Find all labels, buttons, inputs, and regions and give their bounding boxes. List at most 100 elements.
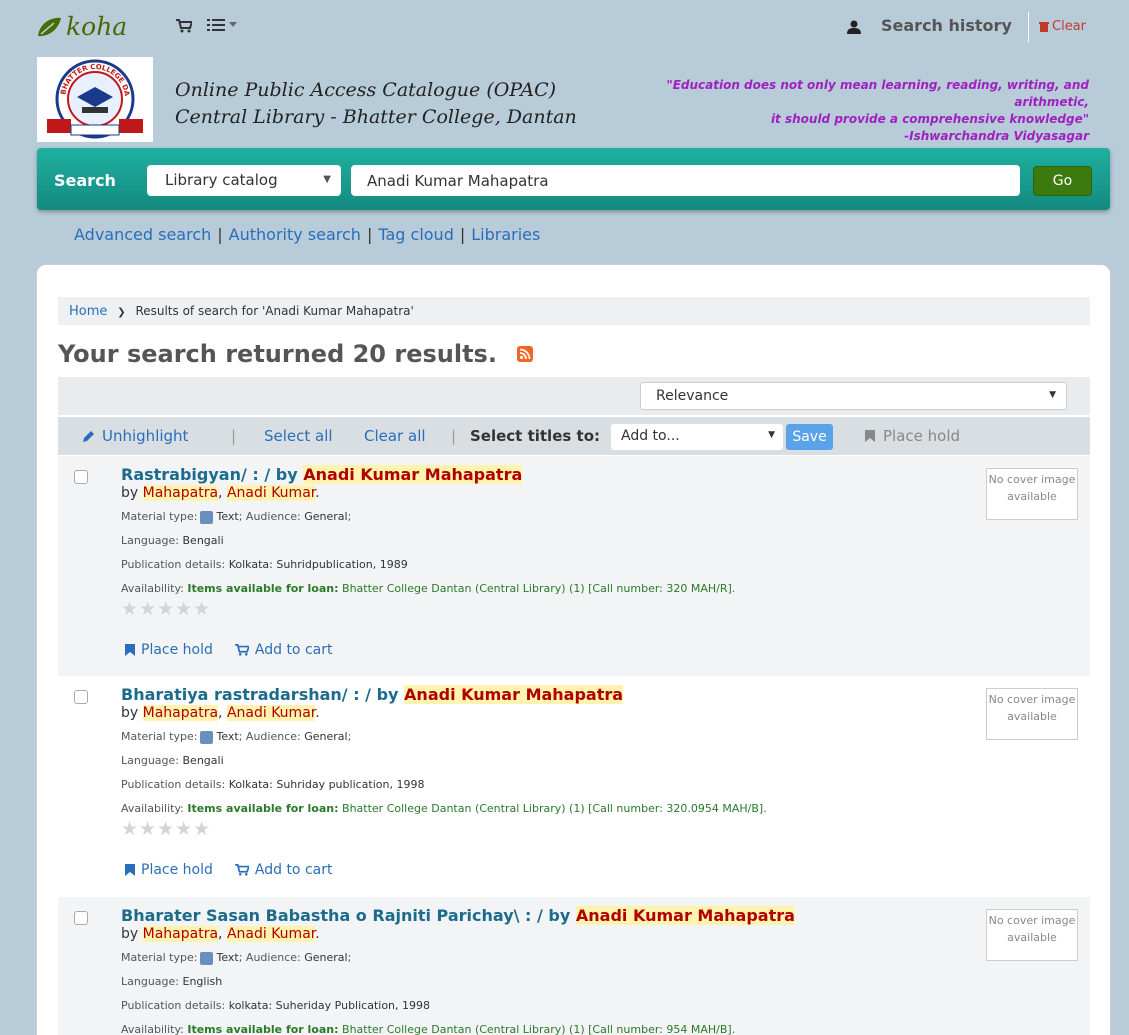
no-cover-image: No cover image available [986,909,1078,961]
place-hold-toolbar-label: Place hold [883,427,961,445]
rss-icon[interactable] [516,346,533,362]
quote-line2: arithmetic, [1014,95,1089,109]
bookmark-icon [865,430,875,442]
add-to-select-value: Add to... [621,428,680,444]
result-author[interactable]: by Mahapatra, Anadi Kumar. [121,705,320,721]
result-publication: Publication details: kolkata: Suheriday … [121,999,431,1012]
tag-cloud-link[interactable]: Tag cloud [378,225,454,244]
caret-down-icon: ▼ [768,430,775,440]
result-checkbox[interactable] [74,470,88,484]
toolbar-divider: | [231,427,237,445]
star-rating[interactable]: ★★★★★ [121,598,211,620]
user-icon[interactable] [847,19,861,38]
place-hold-link[interactable]: Place hold [125,642,213,658]
select-titles-label: Select titles to: [470,427,600,445]
catalog-select-value: Library catalog [165,171,278,189]
advanced-search-link[interactable]: Advanced search [74,225,211,244]
chevron-down-icon [229,22,237,27]
result-checkbox[interactable] [74,911,88,925]
result-availability: Availability: Items available for loan: … [121,1023,736,1035]
cart-button[interactable] [176,18,194,37]
text-material-icon [200,951,214,965]
result-language: Language: Bengali [121,754,224,767]
libraries-link[interactable]: Libraries [471,225,540,244]
results-count-text: Your search returned 20 results. [58,340,497,368]
caret-down-icon: ▼ [323,174,331,185]
quote-line3: it should provide a comprehensive knowle… [770,112,1089,126]
result-availability: Availability: Items available for loan: … [121,802,767,815]
search-input[interactable] [351,165,1020,196]
result-title-link[interactable]: Bharater Sasan Babastha o Rajniti Parich… [121,906,795,925]
quote-line1: "Education does not only mean learning, … [666,78,1089,92]
search-history-link[interactable]: Search history [881,16,1012,35]
catalog-select[interactable]: Library catalog ▼ [147,165,341,196]
opac-title-line2: Central Library - Bhatter College, Danta… [175,106,577,128]
result-language: Language: Bengali [121,534,224,547]
caret-down-icon: ▼ [1049,390,1056,400]
navbar-divider [1028,12,1029,42]
result-actions: Place hold Add to cart [125,862,332,878]
result-material: Material type: Text; Audience: General; [121,730,352,744]
save-button[interactable]: Save [786,424,833,450]
bookmark-icon [125,644,135,656]
unhighlight-button[interactable]: Unhighlight [82,427,188,445]
logo-text: koha [66,12,128,41]
no-cover-image: No cover image available [986,468,1078,520]
cart-icon [235,864,249,876]
add-to-cart-link[interactable]: Add to cart [235,642,332,658]
breadcrumb-home-link[interactable]: Home [69,304,107,319]
clear-history-link[interactable]: Clear [1039,19,1086,34]
result-title-link[interactable]: Rastrabigyan/ : / by Anadi Kumar Mahapat… [121,465,523,484]
text-material-icon [200,510,214,524]
breadcrumb: Home ❯ Results of search for 'Anadi Kuma… [58,297,1090,325]
results-toolbar: Unhighlight | Select all Clear all | Sel… [58,417,1090,455]
add-to-cart-link[interactable]: Add to cart [235,862,332,878]
chevron-right-icon: ❯ [117,307,126,318]
result-checkbox[interactable] [74,690,88,704]
no-cover-image: No cover image available [986,688,1078,740]
breadcrumb-current: Results of search for 'Anadi Kumar Mahap… [135,304,414,318]
cart-icon [176,19,194,33]
result-author[interactable]: by Mahapatra, Anadi Kumar. [121,485,320,501]
result-availability: Availability: Items available for loan: … [121,582,736,595]
place-hold-toolbar-button[interactable]: Place hold [865,427,960,445]
result-item: Rastrabigyan/ : / by Anadi Kumar Mahapat… [58,456,1090,676]
clear-all-link[interactable]: Clear all [364,427,426,445]
pencil-icon [83,431,94,442]
go-button[interactable]: Go [1033,166,1092,196]
star-rating[interactable]: ★★★★★ [121,818,211,840]
leaf-icon [38,17,61,36]
result-publication: Publication details: Kolkata: Suhriday p… [121,778,425,791]
header-quote: "Education does not only mean learning, … [609,77,1089,145]
quote-author: -Ishwarchandra Vidyasagar [904,129,1089,143]
result-material: Material type: Text; Audience: General; [121,951,352,965]
cart-icon [235,644,249,656]
trash-icon [1039,22,1049,32]
add-to-select[interactable]: Add to... ▼ [611,424,783,450]
clear-label: Clear [1052,19,1086,34]
list-icon [207,19,225,31]
result-actions: Place hold Add to cart [125,642,332,658]
more-search-links: Advanced search | Authority search | Tag clo… [74,225,541,244]
sort-select[interactable]: Relevance ▼ [640,382,1067,410]
opac-title: Online Public Access Catalogue (OPAC) Ce… [175,77,577,131]
result-item: Bharater Sasan Babastha o Rajniti Parich… [58,897,1090,1035]
lists-menu-button[interactable] [207,18,237,32]
result-publication: Publication details: Kolkata: Suhridpubl… [121,558,408,571]
result-material: Material type: Text; Audience: General; [121,510,352,524]
results-heading: Your search returned 20 results. [58,340,533,368]
select-all-link[interactable]: Select all [264,427,333,445]
opac-title-line1: Online Public Access Catalogue (OPAC) [175,79,557,101]
search-label: Search [54,171,116,190]
result-author[interactable]: by Mahapatra, Anadi Kumar. [121,926,320,942]
result-title-link[interactable]: Bharatiya rastradarshan/ : / by Anadi Ku… [121,685,624,704]
sort-select-value: Relevance [656,388,729,404]
result-item: Bharatiya rastradarshan/ : / by Anadi Ku… [58,676,1090,896]
unhighlight-label: Unhighlight [102,427,189,445]
koha-logo[interactable]: koha [36,12,127,41]
place-hold-link[interactable]: Place hold [125,862,213,878]
authority-search-link[interactable]: Authority search [229,225,361,244]
result-language: Language: English [121,975,223,988]
college-logo: BHATTER COLLEGE DANTAN [34,51,153,142]
text-material-icon [200,730,214,744]
